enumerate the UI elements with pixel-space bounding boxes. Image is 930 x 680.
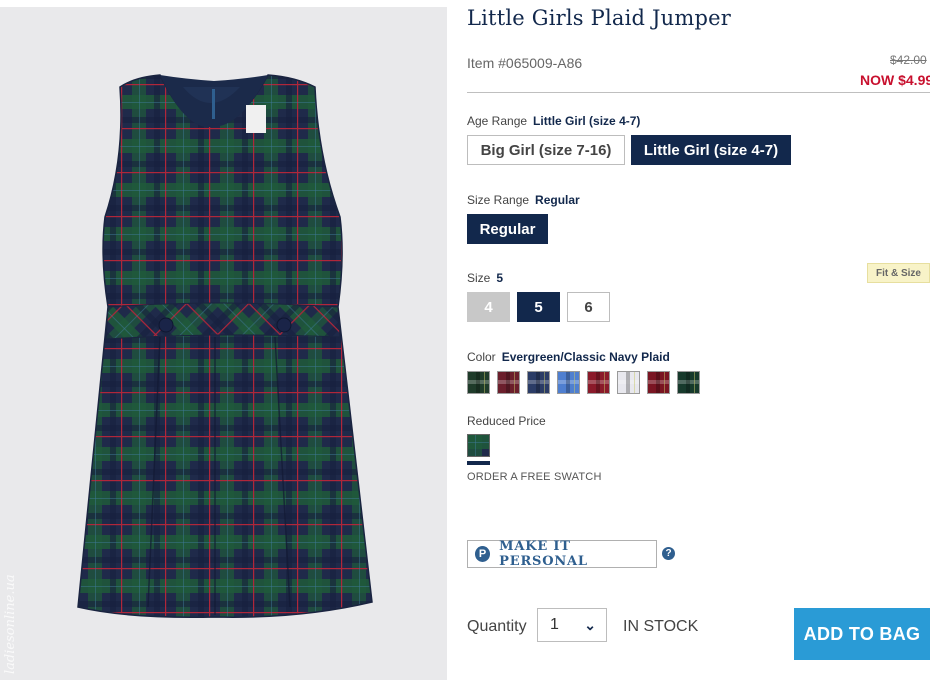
age-option-little-girl[interactable]: Little Girl (size 4-7)	[631, 135, 791, 165]
reduced-swatch[interactable]	[467, 434, 490, 457]
size-label: Size 5	[467, 271, 503, 285]
size-range-selected: Regular	[535, 193, 580, 207]
color-swatch-2[interactable]	[497, 371, 520, 394]
color-swatch-4[interactable]	[557, 371, 580, 394]
order-free-swatch-link[interactable]: ORDER A FREE SWATCH	[467, 471, 602, 483]
help-icon[interactable]: ?	[662, 547, 675, 560]
age-range-label: Age Range Little Girl (size 4-7)	[467, 114, 640, 128]
selected-indicator	[467, 461, 490, 465]
color-selected: Evergreen/Classic Navy Plaid	[501, 350, 670, 364]
size-option-6[interactable]: 6	[567, 292, 610, 322]
reduced-price-label: Reduced Price	[467, 414, 546, 428]
make-it-personal-label: MAKE IT PERSONAL	[499, 539, 588, 569]
jumper-illustration	[77, 74, 373, 619]
color-swatch-1[interactable]	[467, 371, 490, 394]
product-image: ladiesonline.ua	[0, 7, 447, 680]
quantity-select[interactable]: 1 ⌄	[537, 608, 607, 642]
personalize-icon: P	[475, 546, 491, 562]
size-option-5[interactable]: 5	[517, 292, 560, 322]
quantity-value: 1	[550, 616, 559, 633]
size-selected: 5	[496, 271, 504, 285]
age-option-big-girl[interactable]: Big Girl (size 7-16)	[467, 135, 625, 165]
price-now: NOW $4.99	[860, 72, 930, 88]
size-title: Size	[467, 271, 491, 285]
product-title: Little Girls Plaid Jumper	[467, 6, 732, 30]
color-swatch-3[interactable]	[527, 371, 550, 394]
color-title: Color	[467, 350, 496, 364]
age-range-selected: Little Girl (size 4-7)	[533, 114, 641, 128]
add-to-bag-button[interactable]: ADD TO BAG	[794, 608, 930, 660]
watermark: ladiesonline.ua	[3, 574, 18, 674]
color-swatch-8[interactable]	[677, 371, 700, 394]
item-number: Item #065009-A86	[467, 55, 583, 71]
quantity-label: Quantity	[467, 618, 527, 635]
size-range-title: Size Range	[467, 193, 530, 207]
size-range-option-regular[interactable]: Regular	[467, 214, 548, 244]
stock-status: IN STOCK	[623, 618, 699, 635]
fit-size-link[interactable]: Fit & Size	[867, 263, 930, 283]
color-swatch-5[interactable]	[587, 371, 610, 394]
make-it-personal-button[interactable]: P MAKE IT PERSONAL	[467, 539, 657, 569]
size-range-label: Size Range Regular	[467, 193, 580, 207]
color-label: Color Evergreen/Classic Navy Plaid	[467, 350, 670, 364]
chevron-down-icon: ⌄	[584, 617, 596, 633]
color-swatch-6[interactable]	[617, 371, 640, 394]
age-range-title: Age Range	[467, 114, 528, 128]
price-original: $42.00	[890, 53, 927, 67]
divider	[467, 92, 930, 93]
color-swatch-7[interactable]	[647, 371, 670, 394]
size-option-4[interactable]: 4	[467, 292, 510, 322]
